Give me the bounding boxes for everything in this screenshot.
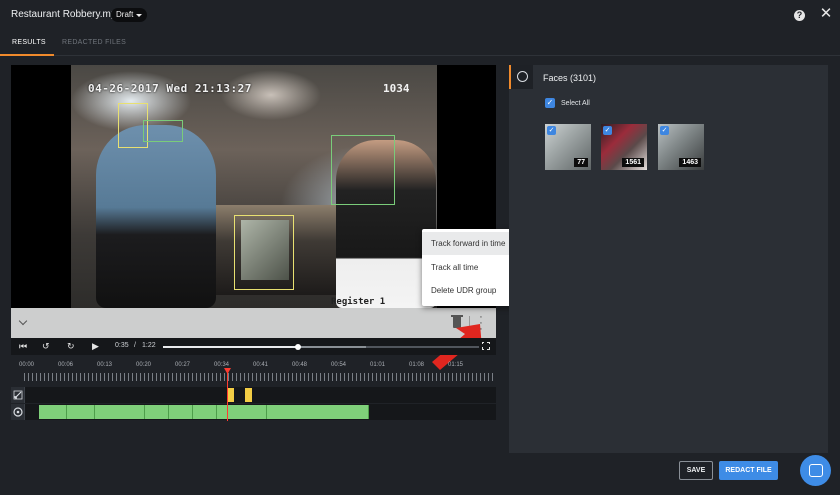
tab-bar: RESULTS REDACTED FILES	[0, 30, 840, 56]
timeline-ticks	[24, 373, 496, 381]
detection-box-screen[interactable]	[234, 215, 294, 290]
detection-box-face[interactable]	[143, 120, 183, 142]
save-button[interactable]: SAVE	[679, 461, 713, 480]
time-separator: /	[134, 342, 136, 349]
menu-item-delete-udr-group[interactable]: Delete UDR group	[422, 279, 517, 302]
track-row-manual[interactable]	[11, 387, 496, 403]
video-timestamp-overlay: 04-26-2017 Wed 21:13:27	[88, 82, 252, 95]
app-header: Restaurant Robbery.mp4 Draft ? ✕	[0, 0, 840, 30]
status-badge-label: Draft	[116, 10, 134, 19]
track-segment[interactable]	[193, 405, 217, 419]
track-segment[interactable]	[267, 405, 369, 419]
annotation-toolbar: · · ·	[11, 308, 496, 338]
caret-down-icon	[136, 13, 143, 17]
tick-label: 00:00	[19, 362, 35, 368]
track-segment[interactable]	[145, 405, 169, 419]
tick-label: 00:13	[97, 362, 113, 368]
rewind-icon[interactable]: ↺	[42, 341, 50, 352]
face-icon	[517, 71, 528, 82]
track-segment[interactable]	[217, 405, 267, 419]
track-segment[interactable]	[39, 405, 67, 419]
fullscreen-icon[interactable]	[481, 341, 490, 350]
redact-file-button[interactable]: REDACT FILE	[719, 461, 778, 480]
video-camera-id-overlay: 1034	[383, 82, 410, 95]
tick-label: 00:27	[175, 362, 191, 368]
select-all-checkbox[interactable]: ✓ Select All	[545, 98, 590, 108]
tick-label: 00:20	[136, 362, 152, 368]
checkbox-checked-icon[interactable]: ✓	[547, 126, 556, 135]
face-count: 1561	[622, 158, 644, 167]
status-dropdown[interactable]: Draft	[111, 8, 148, 22]
tab-redacted-files[interactable]: REDACTED FILES	[62, 39, 126, 46]
chat-icon[interactable]	[800, 455, 831, 486]
current-time: 0:35	[115, 342, 129, 349]
player-controls: ⏮ ↺ ↻ ▶ 0:35 / 1:22	[11, 338, 496, 355]
face-thumbnail[interactable]: ✓ 77	[545, 124, 591, 170]
video-frame: 04-26-2017 Wed 21:13:27 1034 Register 1	[71, 65, 437, 308]
menu-item-track-forward[interactable]: Track forward in time	[422, 232, 517, 255]
track-segment[interactable]	[67, 405, 95, 419]
forward-icon[interactable]: ↻	[67, 341, 75, 352]
play-icon[interactable]: ▶	[92, 341, 99, 352]
faces-title: Faces (3101)	[543, 73, 597, 83]
track-segment[interactable]	[227, 388, 234, 402]
progress-bar[interactable]	[163, 344, 479, 350]
file-title: Restaurant Robbery.mp4	[11, 9, 122, 20]
checkbox-checked-icon[interactable]: ✓	[545, 98, 555, 108]
tick-label: 00:41	[253, 362, 269, 368]
face-track-icon	[11, 404, 25, 420]
track-row-faces[interactable]	[11, 404, 496, 420]
progress-fill	[163, 346, 298, 348]
track-segment[interactable]	[169, 405, 193, 419]
context-menu: Track forward in time Track all time Del…	[422, 229, 517, 306]
tick-label: 01:08	[409, 362, 425, 368]
help-icon[interactable]: ?	[794, 10, 805, 21]
select-all-label: Select All	[561, 99, 590, 107]
edit-track-icon	[11, 387, 25, 403]
checkbox-checked-icon[interactable]: ✓	[660, 126, 669, 135]
face-thumbnail[interactable]: ✓ 1561	[601, 124, 647, 170]
track-segment[interactable]	[245, 388, 252, 402]
video-camera-label-overlay: Register 1	[331, 297, 386, 307]
face-count: 1463	[679, 158, 701, 167]
faces-tab[interactable]	[509, 65, 533, 89]
close-icon[interactable]: ✕	[818, 6, 834, 22]
face-thumbnail[interactable]: ✓ 1463	[658, 124, 704, 170]
timeline-ruler[interactable]: 00:00 00:06 00:13 00:20 00:27 00:34 00:4…	[11, 362, 496, 382]
tick-label: 00:34	[214, 362, 230, 368]
progress-knob[interactable]	[295, 344, 301, 350]
detection-box-face[interactable]	[331, 135, 395, 205]
menu-item-track-all-time[interactable]: Track all time	[422, 256, 517, 279]
scene-person-left	[96, 125, 216, 308]
progress-buffer	[298, 346, 366, 348]
tick-label: 01:15	[448, 362, 464, 368]
tick-label: 00:06	[58, 362, 74, 368]
tick-label: 00:48	[292, 362, 308, 368]
tab-results[interactable]: RESULTS	[12, 39, 46, 46]
tick-label: 00:54	[331, 362, 347, 368]
duration: 1:22	[142, 342, 156, 349]
active-tab-indicator	[0, 54, 54, 56]
skip-start-icon[interactable]: ⏮	[19, 341, 27, 352]
chevron-down-icon[interactable]	[18, 316, 28, 326]
track-segment[interactable]	[95, 405, 145, 419]
checkbox-checked-icon[interactable]: ✓	[603, 126, 612, 135]
face-count: 77	[574, 158, 588, 167]
tick-label: 01:01	[370, 362, 386, 368]
faces-panel: Faces (3101) ✓ Select All ✓ 77 ✓ 1561 ✓ …	[509, 65, 828, 453]
playhead-line[interactable]	[227, 371, 228, 421]
